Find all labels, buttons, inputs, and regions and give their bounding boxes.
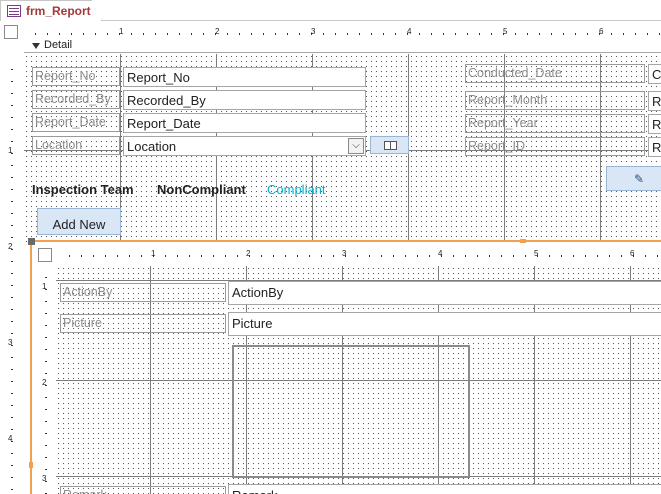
inspection-team-label: Inspection Team — [32, 182, 134, 197]
browse-button[interactable] — [370, 136, 409, 154]
tab-frm-report[interactable]: frm_Report — [0, 0, 102, 21]
form-selector[interactable] — [4, 25, 18, 39]
location-combobox-value: Location — [127, 139, 177, 154]
report-no-label: Report_No — [32, 67, 120, 86]
report-date-textbox[interactable]: Report_Date — [123, 113, 366, 133]
list-icon — [384, 141, 397, 150]
compliant-label[interactable]: Compliant — [267, 182, 326, 197]
conducted-date-label: Conducted_Date — [465, 64, 645, 83]
picture-textbox[interactable]: Picture — [228, 312, 661, 336]
subform-left-handle[interactable] — [29, 462, 33, 468]
picture-image-frame[interactable] — [232, 345, 470, 478]
report-id-label: Report_ID — [465, 137, 645, 156]
detail-section-bar[interactable]: Detail — [24, 39, 661, 53]
picture-label: Picture — [60, 314, 226, 333]
subform-horizontal-ruler: 1 2 3 4 5 6 — [58, 248, 661, 262]
recorded-by-textbox[interactable]: Recorded_By — [123, 90, 366, 110]
tab-label: frm_Report — [26, 4, 91, 18]
chevron-down-icon[interactable]: ⌵ — [348, 138, 364, 154]
report-year-label: Report_Year — [465, 114, 645, 133]
subform-vertical-ruler: 1 2 3 — [38, 266, 52, 494]
detail-label: Detail — [44, 39, 73, 51]
location-label: Location — [32, 136, 120, 155]
subform-top-handle[interactable] — [520, 239, 526, 243]
actionby-textbox[interactable]: ActionBy — [228, 281, 661, 305]
add-new-button[interactable]: Add New — [37, 208, 121, 235]
subform-resize-handle[interactable] — [28, 238, 35, 245]
remark-label: Remark — [60, 486, 226, 494]
conducted-date-textbox[interactable]: Co — [648, 64, 661, 84]
horizontal-ruler: 1 2 3 4 5 6 — [24, 26, 661, 40]
subform-selector[interactable] — [38, 248, 52, 262]
vertical-ruler: 1 2 3 4 — [4, 58, 18, 494]
report-date-label: Report_Date — [32, 113, 120, 132]
report-no-textbox[interactable]: Report_No — [123, 67, 366, 87]
form-icon — [7, 5, 21, 17]
report-year-textbox[interactable]: Re — [648, 114, 661, 134]
pencil-icon: ✎ — [634, 172, 645, 186]
noncompliant-label[interactable]: NonCompliant — [157, 182, 246, 197]
location-combobox[interactable]: Location ⌵ — [123, 136, 366, 156]
collapse-triangle-icon — [32, 43, 40, 49]
report-month-label: Report_Month — [465, 91, 645, 110]
remark-textbox[interactable]: Remark — [228, 484, 661, 494]
edit-button[interactable]: ✎ — [606, 166, 661, 191]
recorded-by-label: Recorded_By — [32, 90, 120, 109]
report-id-textbox[interactable]: Re — [648, 137, 661, 157]
actionby-label: ActionBy — [60, 283, 226, 302]
add-new-label: Add New — [52, 217, 106, 232]
report-month-textbox[interactable]: Re — [648, 91, 661, 111]
